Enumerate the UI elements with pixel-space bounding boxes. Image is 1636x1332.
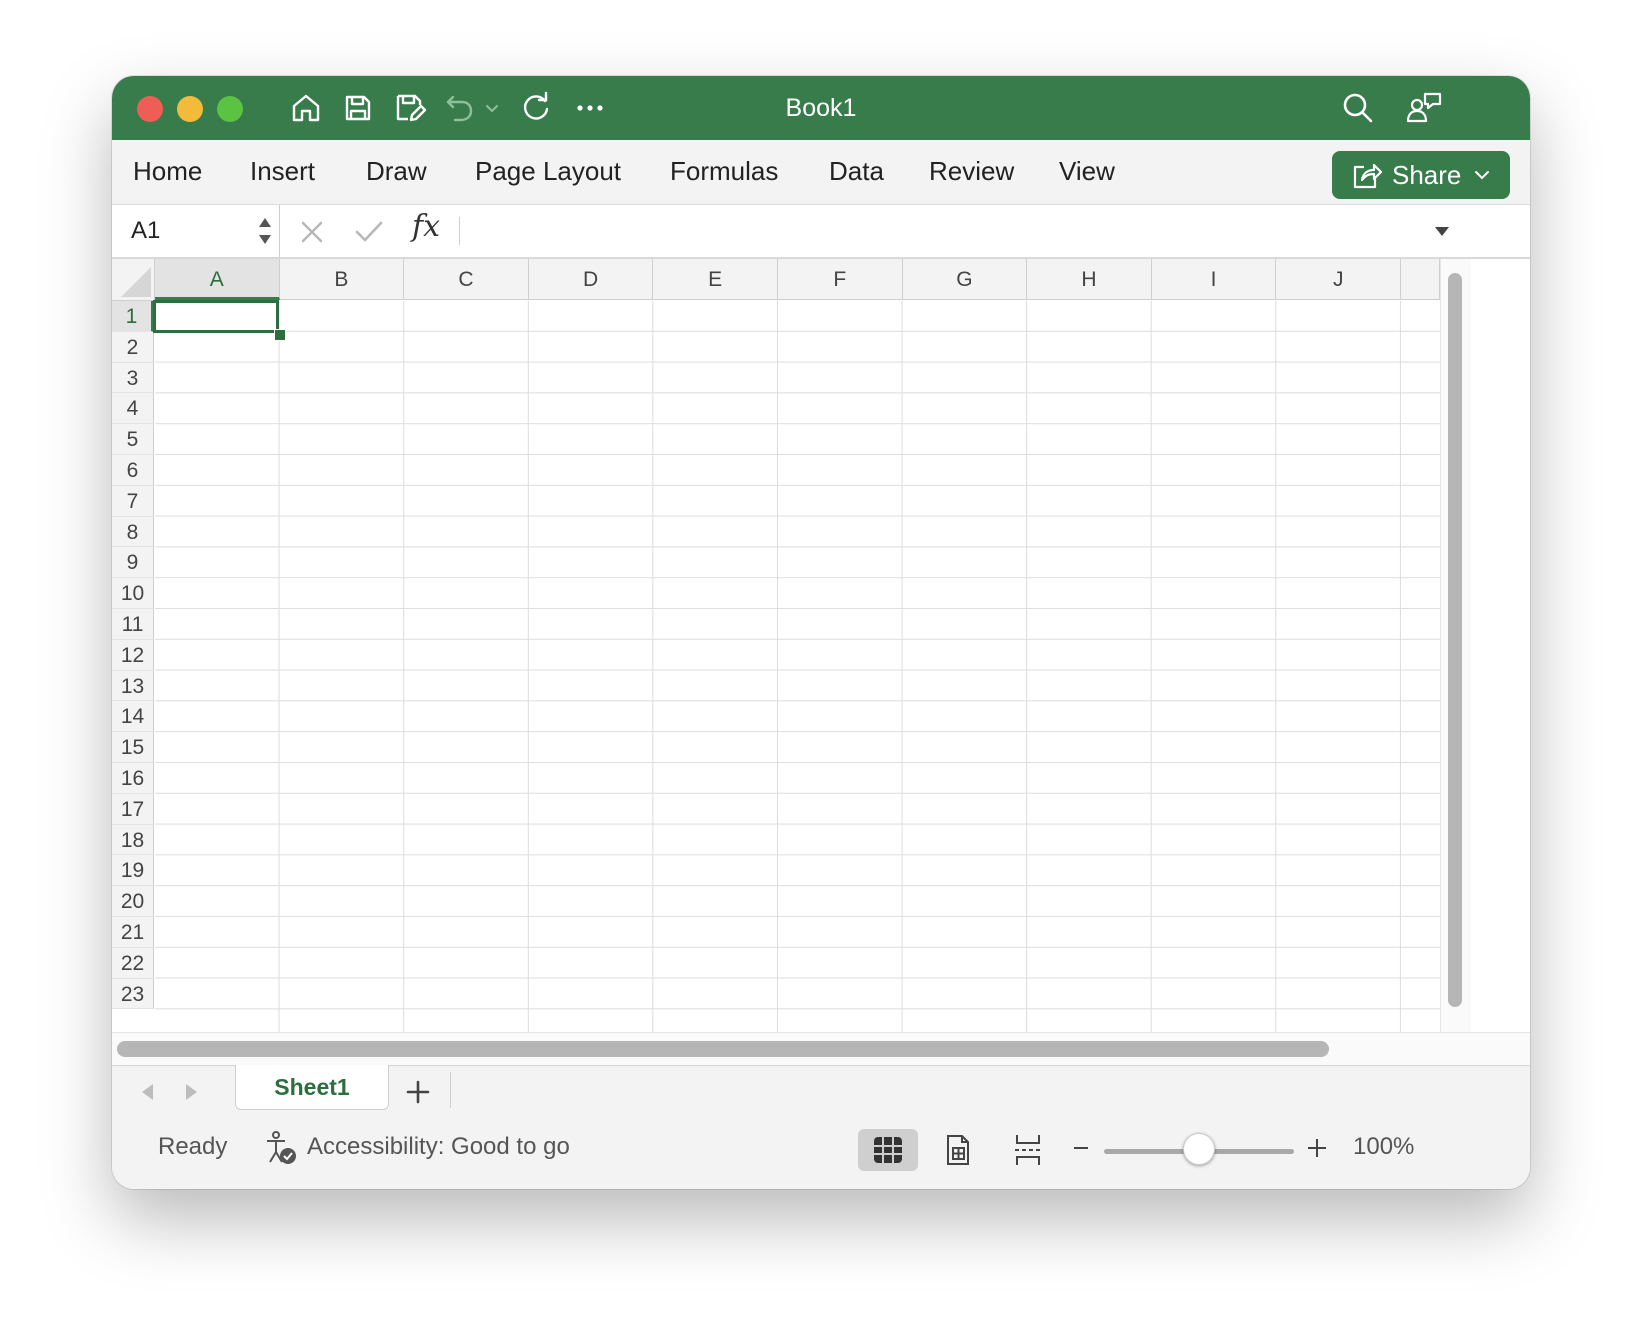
accessibility-icon[interactable] (264, 1130, 298, 1171)
tab-view[interactable]: View (1059, 140, 1115, 204)
tab-page-layout[interactable]: Page Layout (475, 140, 621, 204)
horizontal-scrollbar[interactable] (112, 1032, 1530, 1065)
row-header-10[interactable]: 10 (112, 578, 154, 609)
column-header-f[interactable]: F (778, 259, 903, 300)
status-bar: Ready Accessibility: Good to go 100% (112, 1118, 1530, 1189)
row-header-5[interactable]: 5 (112, 424, 154, 455)
column-header-filler (1401, 259, 1440, 300)
zoom-percentage[interactable]: 100% (1353, 1118, 1414, 1176)
row-header-6[interactable]: 6 (112, 455, 154, 486)
row-header-7[interactable]: 7 (112, 485, 154, 517)
row-header-23[interactable]: 23 (112, 978, 154, 1010)
share-button[interactable]: Share (1332, 151, 1510, 199)
page-layout-view-icon[interactable] (928, 1129, 988, 1171)
column-header-e[interactable]: E (653, 259, 778, 300)
row-header-16[interactable]: 16 (112, 763, 154, 794)
zoom-out-icon[interactable] (1066, 1132, 1096, 1164)
normal-view-icon[interactable] (858, 1129, 918, 1171)
worksheet-grid[interactable]: ABCDEFGHIJ 1 2 3 4 5 6 7 8 9 10 11 12 13 14 15 16 17 18 19… (112, 259, 1530, 1033)
select-all-button[interactable] (112, 259, 155, 301)
accessibility-status[interactable]: Accessibility: Good to go (307, 1118, 570, 1176)
tab-formulas[interactable]: Formulas (670, 140, 778, 204)
zoom-in-icon[interactable] (1302, 1132, 1332, 1164)
row-header-13[interactable]: 13 (112, 670, 154, 702)
name-box-value[interactable]: A1 (131, 205, 160, 257)
select-all-triangle (121, 267, 151, 297)
tab-home[interactable]: Home (133, 140, 202, 204)
chevron-down-icon[interactable] (482, 90, 502, 126)
column-header-j[interactable]: J (1276, 259, 1401, 300)
tab-data[interactable]: Data (829, 140, 884, 204)
row-header-18[interactable]: 18 (112, 824, 154, 856)
tab-insert[interactable]: Insert (250, 140, 315, 204)
row-header-20[interactable]: 20 (112, 886, 154, 917)
row-header-19[interactable]: 19 (112, 855, 154, 887)
sheet-tab-sheet1[interactable]: Sheet1 (235, 1065, 389, 1110)
zoom-slider-thumb[interactable] (1183, 1133, 1215, 1165)
cancel-icon[interactable] (295, 215, 329, 249)
row-header-12[interactable]: 12 (112, 639, 154, 671)
row-header-4[interactable]: 4 (112, 393, 154, 425)
selected-cell[interactable] (153, 300, 279, 333)
row-header-22[interactable]: 22 (112, 947, 154, 979)
search-icon[interactable] (1338, 90, 1378, 126)
redo-icon[interactable] (516, 90, 556, 126)
share-icon (1352, 161, 1382, 189)
prev-sheet-icon[interactable] (134, 1078, 162, 1106)
more-icon[interactable] (570, 90, 610, 126)
column-header-c[interactable]: C (404, 259, 529, 300)
status-ready: Ready (158, 1133, 228, 1160)
cell-grid[interactable] (155, 301, 1440, 1033)
ribbon-tabs: Home Insert Draw Page Layout Formulas Da… (112, 140, 1530, 205)
sheet-tabs-bar: Sheet1 (112, 1065, 1530, 1119)
page-break-preview-icon[interactable] (998, 1129, 1058, 1171)
expand-formula-bar-icon[interactable] (1428, 217, 1456, 245)
horizontal-scroll-thumb[interactable] (117, 1041, 1329, 1057)
tab-review[interactable]: Review (929, 140, 1014, 204)
tab-draw[interactable]: Draw (366, 140, 427, 204)
column-header-a[interactable]: A (155, 259, 280, 300)
excel-window: Book1 Home Insert Draw Page Layout Formu… (112, 76, 1530, 1189)
formula-bar-divider (459, 217, 460, 245)
name-box[interactable]: A1 (112, 205, 280, 257)
tabs-divider (450, 1072, 451, 1108)
share-label: Share (1392, 159, 1462, 190)
undo-icon[interactable] (442, 90, 478, 126)
minimize-window-button[interactable] (177, 96, 203, 122)
zoom-window-button[interactable] (217, 96, 243, 122)
title-bar: Book1 (112, 76, 1530, 140)
column-header-d[interactable]: D (528, 259, 654, 300)
row-header-1[interactable]: 1 (112, 301, 154, 332)
formula-input[interactable] (468, 211, 1412, 253)
column-header-g[interactable]: G (902, 259, 1028, 300)
row-header-15[interactable]: 15 (112, 732, 154, 763)
row-header-21[interactable]: 21 (112, 917, 154, 948)
column-header-i[interactable]: I (1151, 259, 1277, 300)
row-header-17[interactable]: 17 (112, 793, 154, 825)
column-header-h[interactable]: H (1027, 259, 1152, 300)
collaborate-icon[interactable] (1402, 90, 1446, 126)
stepper-icon[interactable] (257, 213, 273, 249)
chevron-down-icon[interactable] (1473, 166, 1491, 184)
add-sheet-icon[interactable] (400, 1074, 436, 1110)
row-header-9[interactable]: 9 (112, 547, 154, 579)
insert-function-icon[interactable]: fx (412, 209, 440, 244)
row-header-2[interactable]: 2 (112, 331, 154, 363)
formula-bar: A1 fx (112, 205, 1530, 259)
row-header-14[interactable]: 14 (112, 701, 154, 733)
home-icon[interactable] (286, 90, 326, 126)
close-window-button[interactable] (137, 96, 163, 122)
vertical-scroll-thumb[interactable] (1448, 273, 1462, 1007)
save-as-icon[interactable] (390, 90, 430, 126)
row-header-8[interactable]: 8 (112, 516, 154, 548)
save-icon[interactable] (338, 90, 378, 126)
column-header-b[interactable]: B (279, 259, 405, 300)
fill-handle[interactable] (274, 329, 286, 341)
next-sheet-icon[interactable] (177, 1078, 205, 1106)
row-header-11[interactable]: 11 (112, 609, 154, 640)
enter-icon[interactable] (352, 215, 386, 249)
row-header-3[interactable]: 3 (112, 362, 154, 394)
